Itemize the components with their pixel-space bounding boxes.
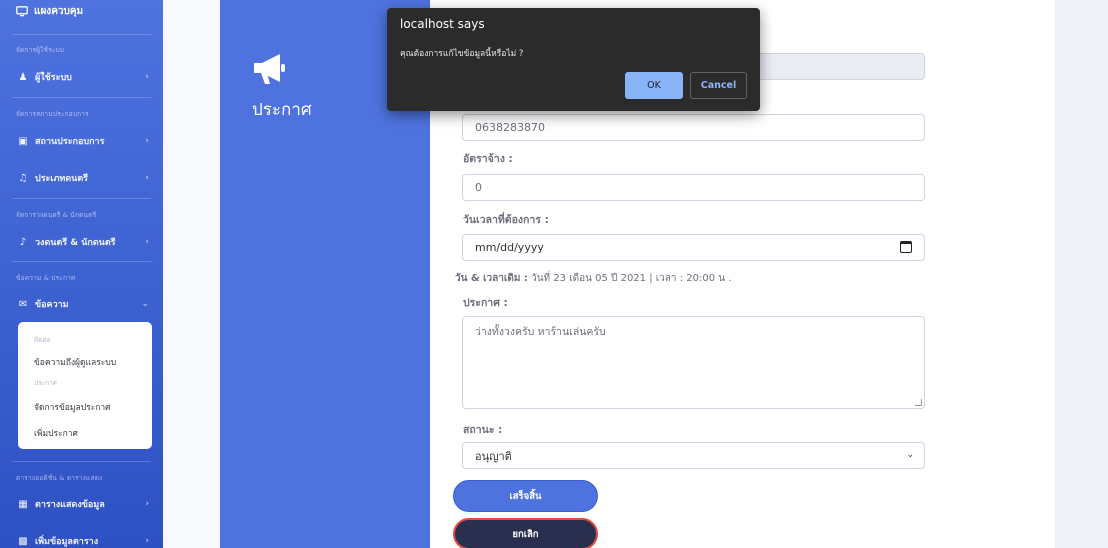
submenu-item-manage-announcements[interactable]: จัดการข้อมูลประกาศ — [34, 400, 111, 414]
dialog-cancel-button[interactable]: Cancel — [690, 72, 747, 99]
sidebar-item-label: วงดนตรี & นักดนตรี — [35, 238, 116, 248]
status-value: อนุญาติ — [475, 449, 512, 463]
sidebar-item-music-types[interactable]: ♫ ประเภทดนตรี › — [16, 168, 151, 188]
sidebar-item-label: ตารางแสดงข้อมูล — [35, 500, 105, 510]
sidebar-brand[interactable]: แผงควบคุม — [16, 0, 83, 22]
wage-field[interactable]: 0 — [462, 174, 925, 201]
sidebar-item-bands[interactable]: ♪ วงดนตรี & นักดนตรี › — [16, 232, 151, 252]
resize-handle[interactable] — [915, 399, 922, 406]
sidebar-divider — [12, 261, 151, 262]
original-datetime-value: วันที่ 23 เดือน 05 ปี 2021 | เวลา : 20:0… — [531, 273, 732, 284]
chevron-right-icon: › — [145, 136, 149, 146]
sidebar-divider — [12, 198, 151, 199]
chevron-right-icon: › — [145, 237, 149, 247]
sidebar-divider — [12, 97, 151, 98]
announcement-textarea[interactable]: ว่างทั้งวงครับ หาร้านเล่นครับ — [462, 316, 925, 409]
phone-field[interactable]: 0638283870 — [462, 114, 925, 141]
phone-value: 0638283870 — [475, 121, 545, 134]
datetime-label: วันเวลาที่ต้องการ : — [463, 214, 549, 226]
table-icon: ▦ — [18, 498, 28, 510]
sidebar-item-users[interactable]: ♟ ผู้ใช้ระบบ › — [16, 67, 151, 87]
sidebar-brand-label: แผงควบคุม — [34, 5, 84, 17]
submenu-heading-contact: ติดต่อ — [34, 336, 51, 344]
page: แผงควบคุม จัดการผู้ใช้ระบบ ♟ ผู้ใช้ระบบ … — [0, 0, 1108, 548]
announcement-value: ว่างทั้งวงครับ หาร้านเล่นครับ — [475, 326, 606, 338]
messages-submenu: ติดต่อ ข้อความถึงผู้ดูแลระบบ ประกาศ จัดก… — [18, 322, 152, 449]
sidebar-item-business[interactable]: ▣ สถานประกอบการ › — [16, 131, 151, 151]
sidebar-divider — [12, 461, 151, 462]
megaphone-icon — [254, 54, 285, 84]
chevron-right-icon: › — [145, 72, 149, 82]
page-background — [1055, 0, 1108, 548]
sidebar-heading-schedule: ตารางออดิชั่น & ตารางแสดง — [16, 474, 103, 482]
sidebar-heading-users: จัดการผู้ใช้ระบบ — [16, 46, 65, 54]
sidebar-item-label: เพิ่มข้อมูลตาราง — [35, 537, 99, 547]
sidebar-item-label: สถานประกอบการ — [35, 137, 105, 147]
chevron-down-icon: ⌄ — [141, 299, 149, 309]
dialog-title: localhost says — [400, 17, 485, 31]
sidebar-heading-bands: จัดการวงดนตรี & นักดนตรี — [16, 211, 97, 219]
submenu-item-add-announcement[interactable]: เพิ่มประกาศ — [34, 426, 78, 440]
music-icon: ♫ — [18, 172, 28, 184]
original-datetime: วัน & เวลาเดิม : วันที่ 23 เดือน 05 ปี 2… — [455, 271, 731, 286]
datetime-placeholder: mm/dd/yyyy — [475, 241, 544, 254]
calendar-icon[interactable] — [900, 241, 912, 253]
sidebar-item-messages[interactable]: ✉ ข้อความ ⌄ — [16, 294, 151, 314]
sidebar-divider — [12, 34, 151, 35]
chevron-right-icon: › — [145, 536, 149, 546]
sidebar-item-add-schedule[interactable]: ▩ เพิ่มข้อมูลตาราง › — [16, 531, 151, 548]
sidebar-item-schedule[interactable]: ▦ ตารางแสดงข้อมูล › — [16, 494, 151, 514]
users-icon: ♟ — [18, 71, 28, 83]
chevron-right-icon: › — [145, 499, 149, 509]
wage-value: 0 — [475, 181, 482, 194]
dialog-message: คุณต้องการแก้ไขข้อมูลนี้หรือไม่ ? — [400, 49, 524, 59]
chevron-right-icon: › — [145, 173, 149, 183]
sidebar-heading-business: จัดการสถานประกอบการ — [16, 110, 89, 118]
submenu-heading-announcements: ประกาศ — [34, 379, 57, 387]
panel-title: ประกาศ — [252, 100, 312, 120]
sidebar-heading-messages: ข้อความ & ประกาศ — [16, 274, 76, 282]
confirm-dialog: localhost says คุณต้องการแก้ไขข้อมูลนี้ห… — [387, 8, 760, 111]
datetime-field[interactable]: mm/dd/yyyy — [462, 234, 925, 261]
status-label: สถานะ : — [463, 424, 503, 436]
guitar-icon: ♪ — [19, 236, 27, 248]
cancel-button[interactable]: ยกเลิก — [453, 518, 598, 548]
monitor-icon — [16, 5, 28, 16]
dialog-ok-button[interactable]: OK — [625, 72, 683, 99]
sidebar-item-label: ผู้ใช้ระบบ — [35, 73, 72, 83]
original-datetime-label: วัน & เวลาเดิม : — [455, 273, 528, 284]
sidebar-item-label: ประเภทดนตรี — [35, 174, 88, 184]
status-select[interactable]: อนุญาติ ⌄ — [462, 442, 925, 469]
submit-button[interactable]: เสร็จสิ้น — [453, 480, 598, 512]
submenu-item-admin-messages[interactable]: ข้อความถึงผู้ดูแลระบบ — [34, 355, 116, 369]
sidebar-item-label: ข้อความ — [35, 300, 69, 310]
chevron-down-icon: ⌄ — [906, 450, 914, 460]
calendar-plus-icon: ▩ — [18, 535, 28, 547]
announcement-label: ประกาศ : — [463, 297, 508, 309]
envelope-icon: ✉ — [18, 298, 28, 310]
store-icon: ▣ — [18, 135, 28, 147]
sidebar: แผงควบคุม จัดการผู้ใช้ระบบ ♟ ผู้ใช้ระบบ … — [0, 0, 163, 548]
wage-label: อัตราจ้าง : — [463, 153, 513, 165]
